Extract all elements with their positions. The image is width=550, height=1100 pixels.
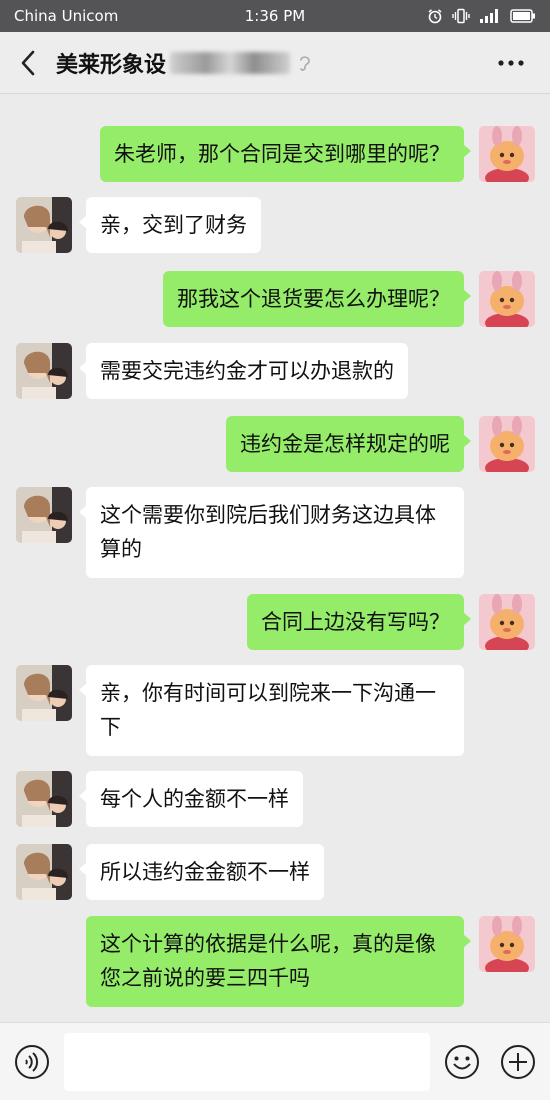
self-avatar[interactable]: [479, 594, 535, 650]
ear-icon: [298, 53, 312, 73]
vibrate-icon: [452, 8, 470, 24]
contact-avatar[interactable]: [16, 771, 72, 827]
message-bubble[interactable]: 所以违约金金额不一样: [79, 844, 324, 900]
back-arrow-icon: [21, 50, 35, 75]
message-bubble[interactable]: 这个计算的依据是什么呢，真的是像您之前说的要三四千吗: [86, 916, 471, 1007]
contact-avatar[interactable]: [16, 487, 72, 543]
chat-header: 美莱形象设: [0, 32, 550, 94]
message-bubble[interactable]: 需要交完违约金才可以办退款的: [79, 343, 408, 399]
self-avatar[interactable]: [479, 271, 535, 327]
signal-icon: [480, 9, 498, 23]
contact-avatar[interactable]: [16, 197, 72, 253]
chat-title: 美莱形象设: [56, 47, 312, 79]
message-bubble[interactable]: 违约金是怎样规定的呢: [226, 416, 471, 472]
carrier-label: China Unicom: [14, 7, 119, 25]
status-bar: China Unicom 1:36 PM: [0, 0, 550, 32]
message-bubble[interactable]: 亲，你有时间可以到院来一下沟通一下: [79, 665, 464, 756]
title-redacted-area: [170, 51, 291, 74]
contact-avatar[interactable]: [16, 665, 72, 721]
status-icons: [427, 8, 536, 24]
message-bubble[interactable]: 亲，交到了财务: [79, 197, 261, 253]
back-button[interactable]: [0, 32, 56, 94]
more-functions-button[interactable]: [500, 1044, 536, 1080]
more-button[interactable]: [486, 32, 536, 94]
message-bubble[interactable]: 每个人的金额不一样: [79, 771, 303, 827]
message-bubble[interactable]: 这个需要你到院后我们财务这边具体算的: [79, 487, 464, 578]
plus-icon: [501, 1045, 535, 1079]
chat-title-text: 美莱形象设: [56, 52, 167, 78]
self-avatar[interactable]: [479, 916, 535, 972]
message-bubble[interactable]: 朱老师，那个合同是交到哪里的呢？: [100, 126, 471, 182]
contact-avatar[interactable]: [16, 343, 72, 399]
message-bubble[interactable]: 合同上边没有写吗？: [247, 594, 471, 650]
emoji-button[interactable]: [444, 1044, 480, 1080]
alarm-icon: [428, 9, 442, 24]
voice-button[interactable]: [14, 1044, 50, 1080]
input-bar: [0, 1022, 550, 1100]
message-input[interactable]: [64, 1033, 430, 1091]
message-bubble[interactable]: 那我这个退货要怎么办理呢？: [163, 271, 471, 327]
emoji-icon: [445, 1045, 479, 1079]
more-dots-icon: [498, 60, 524, 66]
voice-icon: [15, 1045, 49, 1079]
battery-icon: [510, 9, 535, 23]
self-avatar[interactable]: [479, 416, 535, 472]
message-list[interactable]: 朱老师，那个合同是交到哪里的呢？ 亲，交到了财务 那我这个退货要怎么办理呢？ 需…: [0, 94, 550, 1022]
self-avatar[interactable]: [479, 126, 535, 182]
contact-avatar[interactable]: [16, 844, 72, 900]
